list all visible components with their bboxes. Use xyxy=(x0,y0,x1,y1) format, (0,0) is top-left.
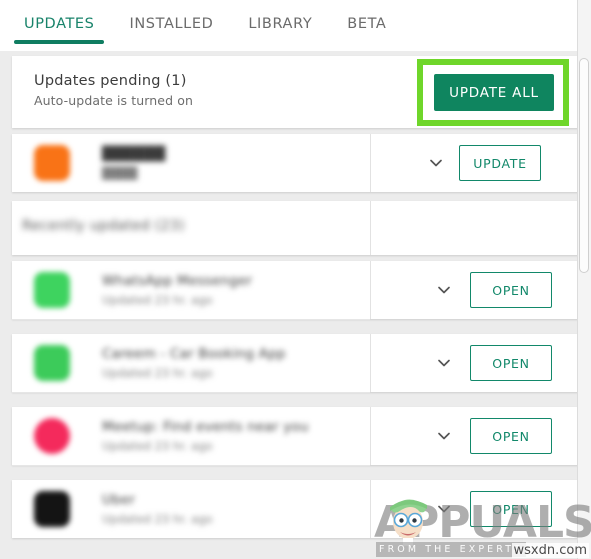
vertical-scrollbar-thumb[interactable] xyxy=(579,58,589,273)
recent-app-open-button-1[interactable]: OPEN xyxy=(470,345,552,381)
app-icon-uber xyxy=(34,491,70,527)
card-seam xyxy=(370,334,371,392)
card-seam xyxy=(370,261,371,319)
recent-app-subtitle-1: Updated 23 hr. ago xyxy=(102,366,213,380)
recent-app-name-1: Careem - Car Booking App xyxy=(102,346,286,362)
chevron-down-icon[interactable] xyxy=(436,282,452,298)
row-divider xyxy=(12,392,370,393)
recently-updated-title: Recently updated (23) xyxy=(22,218,185,234)
recent-app-meta-1: Careem - Car Booking App Updated 23 hr. … xyxy=(102,346,286,380)
tab-list: UPDATES INSTALLED LIBRARY BETA xyxy=(0,0,421,44)
card-seam xyxy=(370,480,371,538)
tab-installed[interactable]: INSTALLED xyxy=(129,0,213,44)
tab-updates-label: UPDATES xyxy=(24,16,95,32)
auto-update-status: Auto-update is turned on xyxy=(34,93,193,108)
tab-library-label: LIBRARY xyxy=(248,16,313,32)
recent-app-name-0: WhatsApp Messenger xyxy=(102,273,253,289)
card-seam xyxy=(370,134,371,192)
play-store-updates-screen: UPDATES INSTALLED LIBRARY BETA Updates p… xyxy=(0,0,591,559)
pending-app-subtitle: ████ xyxy=(102,166,138,180)
recent-app-subtitle-0: Updated 23 hr. ago xyxy=(102,293,213,307)
pending-app-row[interactable]: ██████ ████ UPDATE xyxy=(12,134,579,192)
recent-app-open-button-0[interactable]: OPEN xyxy=(470,272,552,308)
recent-app-open-button-2[interactable]: OPEN xyxy=(470,418,552,454)
update-all-button[interactable]: UPDATE ALL xyxy=(434,74,554,111)
card-seam xyxy=(370,407,371,465)
recent-app-meta-2: Meetup: Find events near you Updated 23 … xyxy=(102,419,309,453)
tab-beta-label: BETA xyxy=(347,16,387,32)
tab-library[interactable]: LIBRARY xyxy=(248,0,312,44)
updates-pending-text: Updates pending (1) Auto-update is turne… xyxy=(34,73,193,108)
card-seam xyxy=(370,201,371,255)
tab-installed-label: INSTALLED xyxy=(129,16,214,32)
recent-app-meta-0: WhatsApp Messenger Updated 23 hr. ago xyxy=(102,273,252,307)
list-item[interactable]: Uber Updated 23 hr. ago OPEN xyxy=(12,480,579,538)
updates-pending-title: Updates pending (1) xyxy=(34,73,187,89)
recent-app-name-2: Meetup: Find events near you xyxy=(102,419,309,435)
chevron-down-icon[interactable] xyxy=(436,355,452,371)
recent-app-subtitle-3: Updated 23 hr. ago xyxy=(102,512,213,526)
tab-updates[interactable]: UPDATES xyxy=(13,0,106,44)
recent-app-meta-3: Uber Updated 23 hr. ago xyxy=(102,492,213,526)
recent-app-name-3: Uber xyxy=(102,492,136,508)
app-icon-whatsapp xyxy=(34,272,70,308)
updates-list-scroll-area[interactable]: Updates pending (1) Auto-update is turne… xyxy=(0,51,591,559)
app-icon-pending xyxy=(34,145,70,181)
list-item[interactable]: WhatsApp Messenger Updated 23 hr. ago OP… xyxy=(12,261,579,319)
chevron-down-icon[interactable] xyxy=(428,155,444,171)
pending-app-meta: ██████ ████ xyxy=(102,146,166,180)
chevron-down-icon[interactable] xyxy=(436,501,452,517)
list-item[interactable]: Careem - Car Booking App Updated 23 hr. … xyxy=(12,334,579,392)
pending-app-name: ██████ xyxy=(102,146,166,162)
tab-bar: UPDATES INSTALLED LIBRARY BETA xyxy=(0,0,591,51)
list-item[interactable]: Meetup: Find events near you Updated 23 … xyxy=(12,407,579,465)
pending-app-update-button[interactable]: UPDATE xyxy=(459,145,541,181)
tab-beta[interactable]: BETA xyxy=(347,0,386,44)
row-divider xyxy=(12,319,370,320)
recent-app-open-button-3[interactable]: OPEN xyxy=(470,491,552,527)
row-divider xyxy=(12,465,370,466)
recent-app-subtitle-2: Updated 23 hr. ago xyxy=(102,439,213,453)
app-icon-meetup xyxy=(34,418,70,454)
chevron-down-icon[interactable] xyxy=(436,428,452,444)
app-icon-careem xyxy=(34,345,70,381)
